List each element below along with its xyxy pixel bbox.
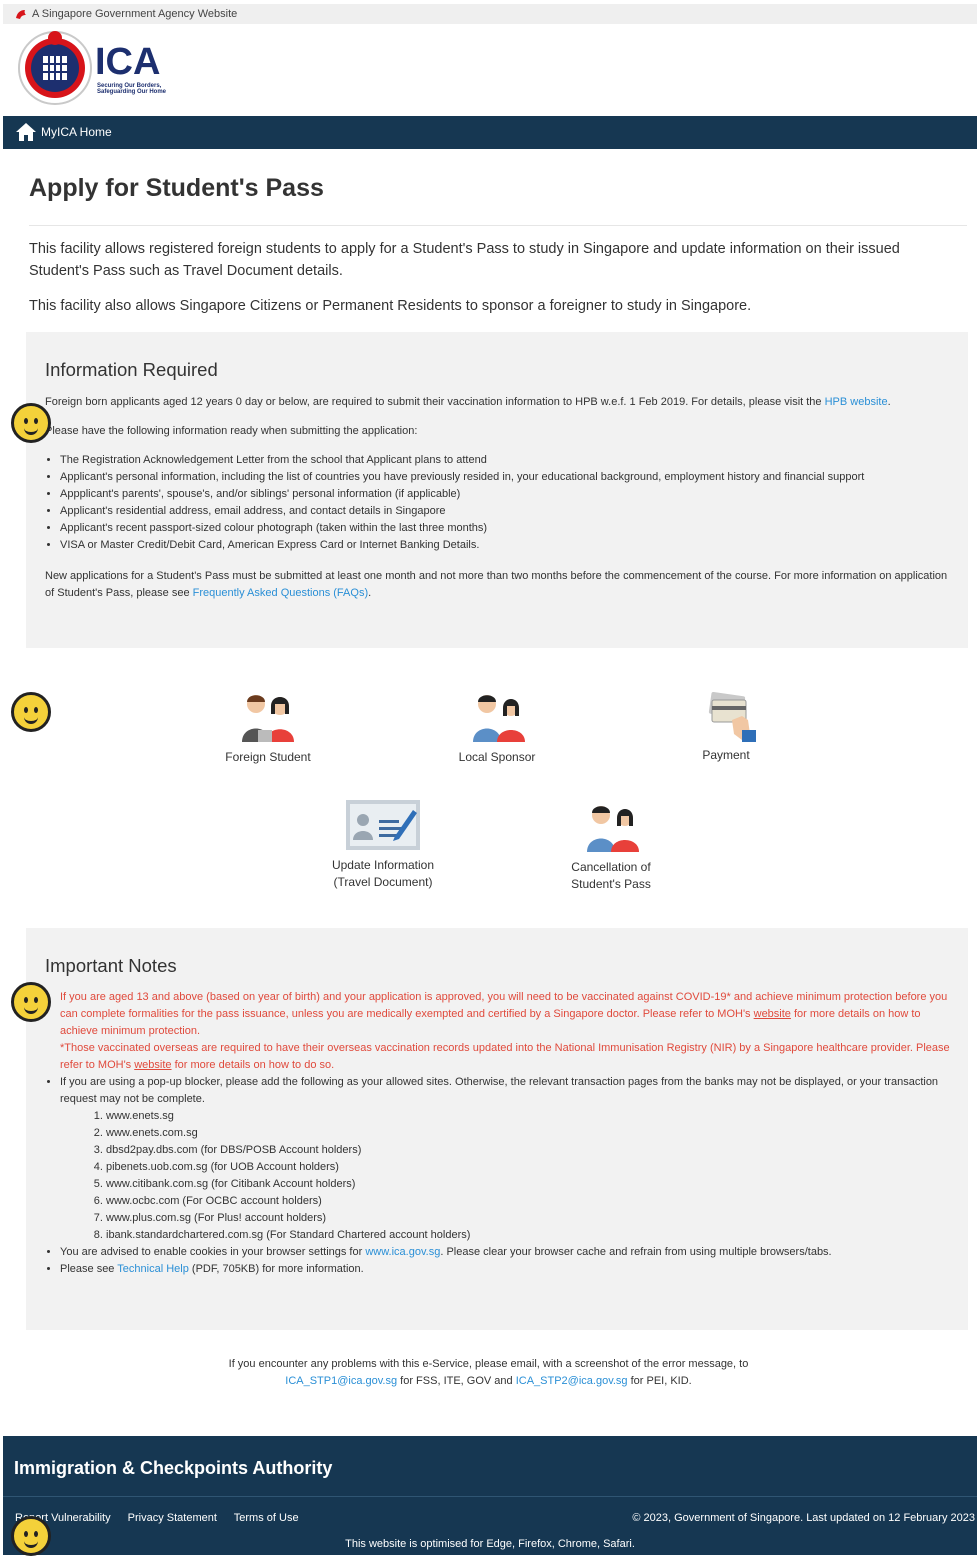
ica-website-link[interactable]: www.ica.gov.sg bbox=[365, 1246, 440, 1258]
cookies-notice: You are advised to enable cookies in you… bbox=[60, 1244, 960, 1261]
hpb-website-link[interactable]: HPB website bbox=[825, 396, 888, 408]
covid-notice: If you are aged 13 and above (based on y… bbox=[60, 991, 950, 1071]
tile-label: (Travel Document) bbox=[333, 875, 433, 889]
local-sponsor-icon bbox=[473, 695, 525, 742]
tile-label: Foreign Student bbox=[225, 750, 311, 764]
privacy-statement-link[interactable]: Privacy Statement bbox=[128, 1512, 217, 1524]
faq-link[interactable]: Frequently Asked Questions (FAQs) bbox=[193, 587, 368, 599]
list-item: www.ocbc.com (For OCBC account holders) bbox=[106, 1193, 960, 1210]
local-sponsor-tile[interactable]: Local Sponsor bbox=[447, 690, 547, 766]
ica-crest-icon bbox=[18, 31, 92, 105]
site-footer: Immigration & Checkpoints Authority Repo… bbox=[3, 1436, 977, 1555]
ready-text: Please have the following information re… bbox=[45, 425, 418, 437]
popup-blocker-notice: If you are using a pop-up blocker, pleas… bbox=[60, 1074, 960, 1244]
gov-masthead: A Singapore Government Agency Website bbox=[3, 4, 977, 24]
list-item: The Registration Acknowledgement Letter … bbox=[60, 452, 960, 469]
list-item: pibenets.uob.com.sg (for UOB Account hol… bbox=[106, 1159, 960, 1176]
page-title: Apply for Student's Pass bbox=[29, 174, 324, 202]
list-item: Applicant's recent passport-sized colour… bbox=[60, 520, 960, 537]
browser-support-text: This website is optimised for Edge, Fire… bbox=[345, 1538, 635, 1550]
top-navbar: MyICA Home bbox=[3, 116, 977, 149]
singapore-lion-icon bbox=[16, 10, 26, 19]
footer-divider bbox=[3, 1496, 977, 1497]
footer-title: Immigration & Checkpoints Authority bbox=[14, 1458, 333, 1478]
copyright-text: © 2023, Government of Singapore. Last up… bbox=[632, 1512, 975, 1524]
important-notes-heading: Important Notes bbox=[45, 955, 177, 976]
stp1-email-link[interactable]: ICA_STP1@ica.gov.sg bbox=[285, 1375, 397, 1387]
vaccination-notice: Foreign born applicants aged 12 years 0 … bbox=[45, 396, 891, 408]
important-notes-panel: Important Notes If you are aged 13 and a… bbox=[26, 928, 968, 1330]
list-item: Applicant's residential address, email a… bbox=[60, 503, 960, 520]
list-item: www.enets.com.sg bbox=[106, 1125, 960, 1142]
logo-tagline: Securing Our Borders, Safeguarding Our H… bbox=[97, 83, 167, 95]
new-application-notice: New applications for a Student's Pass mu… bbox=[45, 570, 948, 599]
list-item: ibank.standardchartered.com.sg (For Stan… bbox=[106, 1227, 960, 1244]
technical-help-notice: Please see Technical Help (PDF, 705KB) f… bbox=[60, 1261, 960, 1278]
payment-tile[interactable]: Payment bbox=[676, 690, 776, 764]
required-info-list: The Registration Acknowledgement Letter … bbox=[45, 452, 960, 554]
list-item: VISA or Master Credit/Debit Card, Americ… bbox=[60, 537, 960, 554]
terms-of-use-link[interactable]: Terms of Use bbox=[234, 1512, 299, 1524]
list-item: www.enets.sg bbox=[106, 1108, 960, 1125]
tile-label: Payment bbox=[702, 748, 750, 762]
tile-label: Student's Pass bbox=[571, 877, 651, 891]
footer-links: Report Vulnerability Privacy Statement T… bbox=[15, 1512, 313, 1524]
tile-label: Update Information bbox=[331, 858, 435, 872]
information-required-heading: Information Required bbox=[45, 359, 218, 380]
home-icon[interactable] bbox=[15, 122, 37, 142]
tile-label: Local Sponsor bbox=[458, 750, 536, 764]
list-item: www.plus.com.sg (For Plus! account holde… bbox=[106, 1210, 960, 1227]
moh-website-link[interactable]: website bbox=[134, 1059, 171, 1071]
list-item: Appplicant's parents', spouse's, and/or … bbox=[60, 486, 960, 503]
stp2-email-link[interactable]: ICA_STP2@ica.gov.sg bbox=[516, 1375, 628, 1387]
intro-paragraph-1: This facility allows registered foreign … bbox=[29, 241, 900, 279]
information-required-panel: Information Required Foreign born applic… bbox=[26, 332, 968, 648]
allowed-sites-list: www.enets.sg www.enets.com.sg dbsd2pay.d… bbox=[60, 1108, 960, 1244]
list-item: Applicant's personal information, includ… bbox=[60, 469, 960, 486]
contact-notice: If you encounter any problems with this … bbox=[228, 1358, 749, 1387]
cancellation-tile[interactable]: Cancellation of Student's Pass bbox=[556, 802, 666, 893]
title-divider bbox=[29, 225, 967, 226]
svg-text:ICA: ICA bbox=[95, 41, 160, 80]
smiley-face-icon bbox=[11, 1516, 51, 1556]
important-notes-list: If you are aged 13 and above (based on y… bbox=[45, 989, 960, 1278]
foreign-student-tile[interactable]: Foreign Student bbox=[218, 690, 318, 766]
myica-home-link[interactable]: MyICA Home bbox=[41, 125, 112, 139]
foreign-student-icon bbox=[242, 695, 294, 742]
list-item: www.citibank.com.sg (for Citibank Accoun… bbox=[106, 1176, 960, 1193]
technical-help-link[interactable]: Technical Help bbox=[117, 1263, 189, 1275]
payment-card-icon bbox=[708, 691, 756, 742]
moh-website-link[interactable]: website bbox=[754, 1008, 791, 1020]
masthead-text: A Singapore Government Agency Website bbox=[32, 8, 238, 20]
smiley-face-icon bbox=[11, 403, 51, 443]
update-document-icon bbox=[346, 800, 420, 850]
smiley-face-icon bbox=[11, 982, 51, 1022]
smiley-face-icon bbox=[11, 692, 51, 732]
cancellation-icon bbox=[587, 806, 639, 852]
list-item: dbsd2pay.dbs.com (for DBS/POSB Account h… bbox=[106, 1142, 960, 1159]
ica-logo[interactable]: ICA Securing Our Borders, Safeguarding O… bbox=[17, 28, 167, 108]
update-information-tile[interactable]: Update Information (Travel Document) bbox=[318, 798, 448, 891]
ica-wordmark: ICA bbox=[95, 41, 160, 80]
intro-paragraph-2: This facility also allows Singapore Citi… bbox=[29, 298, 752, 314]
tile-label: Cancellation of bbox=[571, 860, 651, 874]
